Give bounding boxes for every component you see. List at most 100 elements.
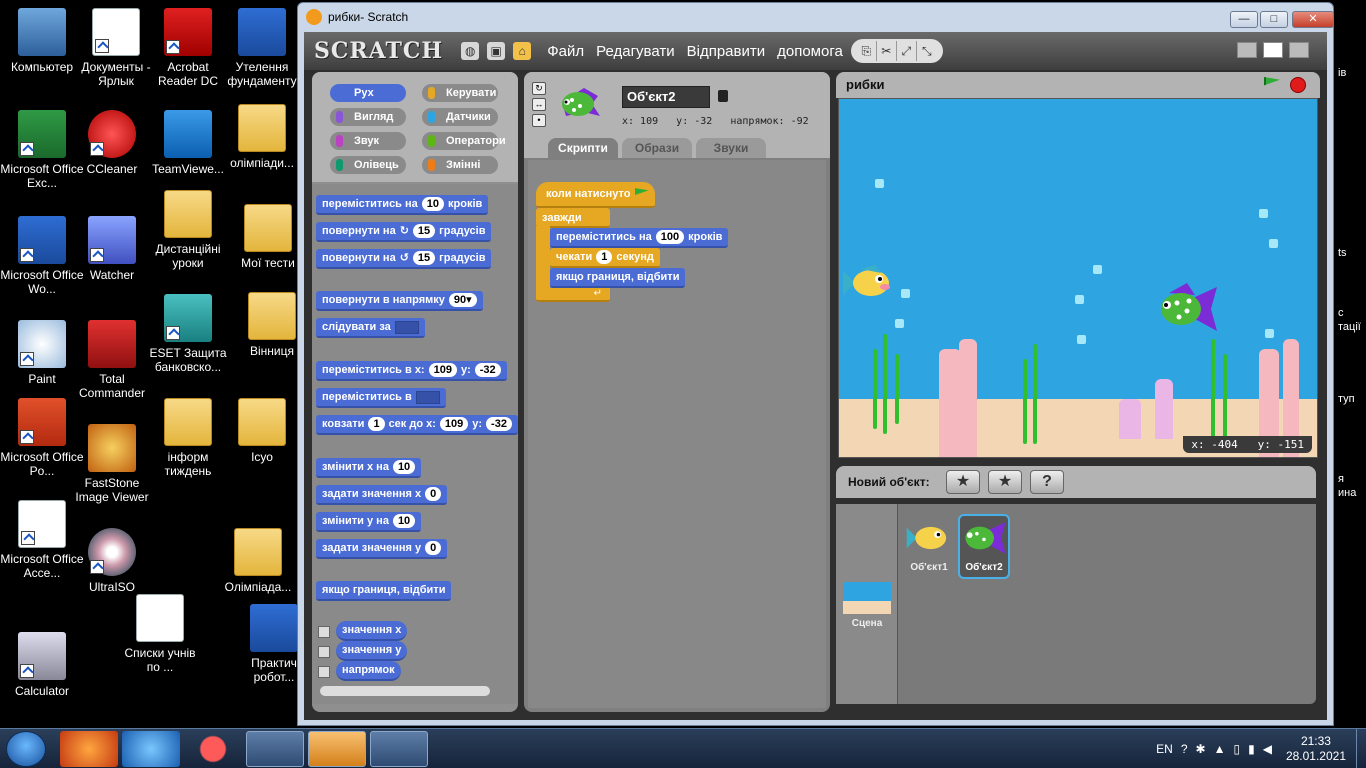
scratch-logo[interactable]: SCRATCH (314, 38, 443, 64)
menu-file[interactable]: Файл (547, 43, 584, 60)
sprite-name-field[interactable]: Об'єкт2 (622, 86, 710, 108)
checkbox-direction[interactable] (318, 666, 330, 678)
menu-share[interactable]: Відправити (687, 43, 766, 60)
normal-stage-button[interactable] (1263, 42, 1283, 58)
block-point-direction[interactable]: повернути в напрямку 90▾ (316, 291, 483, 311)
desktop-icon-acrobat[interactable]: Acrobat Reader DC (146, 8, 230, 88)
category-operators[interactable]: Оператори (422, 132, 506, 150)
network-icon[interactable]: ▮ (1248, 742, 1255, 756)
stage-thumbnail[interactable]: Сцена (842, 582, 892, 629)
dropdown-menu[interactable] (415, 390, 440, 404)
desktop-icon-calculator[interactable]: Calculator (0, 632, 84, 698)
flip-lr-icon[interactable]: ↔ (532, 98, 546, 111)
reporter-direction[interactable]: напрямок (336, 661, 401, 681)
block-goto-xy[interactable]: переміститись в x: 109 y: -32 (316, 361, 507, 381)
green-flag-button[interactable] (1264, 77, 1280, 86)
category-sensing[interactable]: Датчики (422, 108, 498, 126)
show-desktop-button[interactable] (1356, 729, 1366, 768)
block-forever[interactable]: завжди (536, 208, 610, 228)
presentation-mode-button[interactable] (1289, 42, 1309, 58)
block-glide[interactable]: ковзати 1 сек до x: 109 y: -32 (316, 415, 518, 435)
desktop-icon-computer[interactable]: Компьютер (0, 8, 84, 74)
block-turn-ccw[interactable]: повернути на ↺ 15 градусів (316, 249, 492, 269)
sprite-fish-1[interactable] (841, 263, 897, 303)
block-turn-cw[interactable]: повернути на ↻ 15 градусів (316, 222, 492, 242)
block-set-x[interactable]: задати значення x0 (316, 485, 448, 505)
help-icon[interactable]: ? (1181, 742, 1188, 756)
palette-scrollbar[interactable] (320, 686, 490, 696)
desktop-icon-totalcmd[interactable]: Total Commander (70, 320, 154, 400)
globe-icon[interactable]: ◍ (461, 42, 480, 60)
sprite-thumbnail-1[interactable]: Об'єкт1 (904, 518, 954, 573)
small-stage-button[interactable] (1237, 42, 1257, 58)
language-indicator[interactable]: EN (1156, 742, 1173, 756)
maximize-button[interactable]: □ (1260, 11, 1288, 28)
script-block-bounce[interactable]: якщо границя, відбити (550, 268, 686, 288)
category-sound[interactable]: Звук (330, 132, 406, 150)
firefox-taskbar-icon[interactable] (60, 731, 118, 767)
stage-canvas[interactable] (838, 98, 1318, 458)
desktop-icon-icuo[interactable]: Ісуо (220, 398, 304, 464)
sprite-fish-2[interactable] (1155, 281, 1219, 337)
opera-taskbar-icon[interactable] (184, 731, 242, 767)
script-block-wait[interactable]: чекати 1 секунд (550, 248, 660, 268)
block-set-y[interactable]: задати значення y0 (316, 539, 448, 559)
checkbox-y-position[interactable] (318, 646, 330, 658)
desktop-icon-ultraiso[interactable]: UltraISO (70, 528, 154, 594)
duplicate-icon[interactable]: ⎘ (857, 41, 877, 61)
desktop-icon-lists[interactable]: Списки учнів по ... (118, 594, 202, 674)
block-when-flag-clicked[interactable]: коли натиснуто (536, 182, 655, 208)
save-icon[interactable]: ▣ (487, 42, 506, 60)
start-button[interactable] (6, 731, 46, 767)
ie-taskbar-icon[interactable] (122, 731, 180, 767)
desktop-icon-olympiads[interactable]: олімпіади... (220, 104, 304, 170)
desktop-icon-faststone[interactable]: FastStone Image Viewer (70, 424, 154, 504)
delete-icon[interactable]: ✂ (877, 41, 897, 61)
volume-icon[interactable]: ◀ (1263, 742, 1272, 756)
explorer-taskbar-icon[interactable] (246, 731, 304, 767)
shrink-icon[interactable]: ⤡ (917, 41, 937, 61)
block-change-y[interactable]: змінити y на 10 (316, 512, 422, 532)
checkbox-x-position[interactable] (318, 626, 330, 638)
desktop-icon-teamviewer[interactable]: TeamViewe... (146, 110, 230, 176)
script-block-move[interactable]: переміститись на 100 кроків (550, 228, 729, 248)
choose-sprite-file-button[interactable]: ★ (988, 470, 1022, 494)
block-point-towards[interactable]: слідувати за (316, 318, 425, 338)
share-icon[interactable]: ⌂ (513, 42, 532, 60)
random-sprite-button[interactable]: ? (1030, 470, 1064, 494)
category-looks[interactable]: Вигляд (330, 108, 406, 126)
lock-icon[interactable] (718, 90, 728, 102)
script-area[interactable]: коли натиснуто завжди ↵ переміститись на… (528, 160, 826, 708)
category-control[interactable]: Керувати (422, 84, 498, 102)
tab-costumes[interactable]: Образи (622, 138, 692, 158)
sprite-thumbnail-2-selected[interactable]: Об'єкт2 (958, 514, 1010, 579)
desktop-icon-foundation[interactable]: Утелення фундаменту (220, 8, 304, 88)
menu-help[interactable]: допомога (777, 43, 843, 60)
block-bounce[interactable]: якщо границя, відбити (316, 581, 452, 601)
desktop-icon-eset[interactable]: ESET Защита банковско... (146, 294, 230, 374)
block-move[interactable]: переміститись на 10 кроків (316, 195, 489, 215)
desktop-icon-olympiad2[interactable]: Олімпіада... (216, 528, 300, 594)
window-titlebar[interactable]: рибки- Scratch (298, 3, 1333, 31)
scratch-taskbar-icon[interactable] (308, 731, 366, 767)
device-icon[interactable]: ▯ (1233, 742, 1240, 756)
tray-expand-icon[interactable]: ▲ (1214, 742, 1226, 756)
reporter-y-position[interactable]: значення y (336, 641, 408, 661)
word-taskbar-icon[interactable] (370, 731, 428, 767)
reporter-x-position[interactable]: значення x (336, 621, 408, 641)
category-pen[interactable]: Олівець (330, 156, 406, 174)
block-goto[interactable]: переміститись в (316, 388, 446, 408)
menu-edit[interactable]: Редагувати (596, 43, 675, 60)
minimize-button[interactable]: — (1230, 11, 1258, 28)
close-button[interactable]: ✕ (1292, 11, 1334, 28)
category-motion[interactable]: Рух (330, 84, 406, 102)
no-rotate-icon[interactable]: • (532, 114, 546, 127)
clock[interactable]: 21:33 28.01.2021 (1286, 734, 1346, 764)
block-change-x[interactable]: змінити x на 10 (316, 458, 422, 478)
category-variables[interactable]: Змінні (422, 156, 498, 174)
tab-scripts[interactable]: Скрипти (548, 138, 618, 158)
desktop-icon-ccleaner[interactable]: CCleaner (70, 110, 154, 176)
grow-icon[interactable]: ⤢ (897, 41, 917, 61)
stop-button[interactable] (1290, 77, 1306, 93)
tab-sounds[interactable]: Звуки (696, 138, 766, 158)
